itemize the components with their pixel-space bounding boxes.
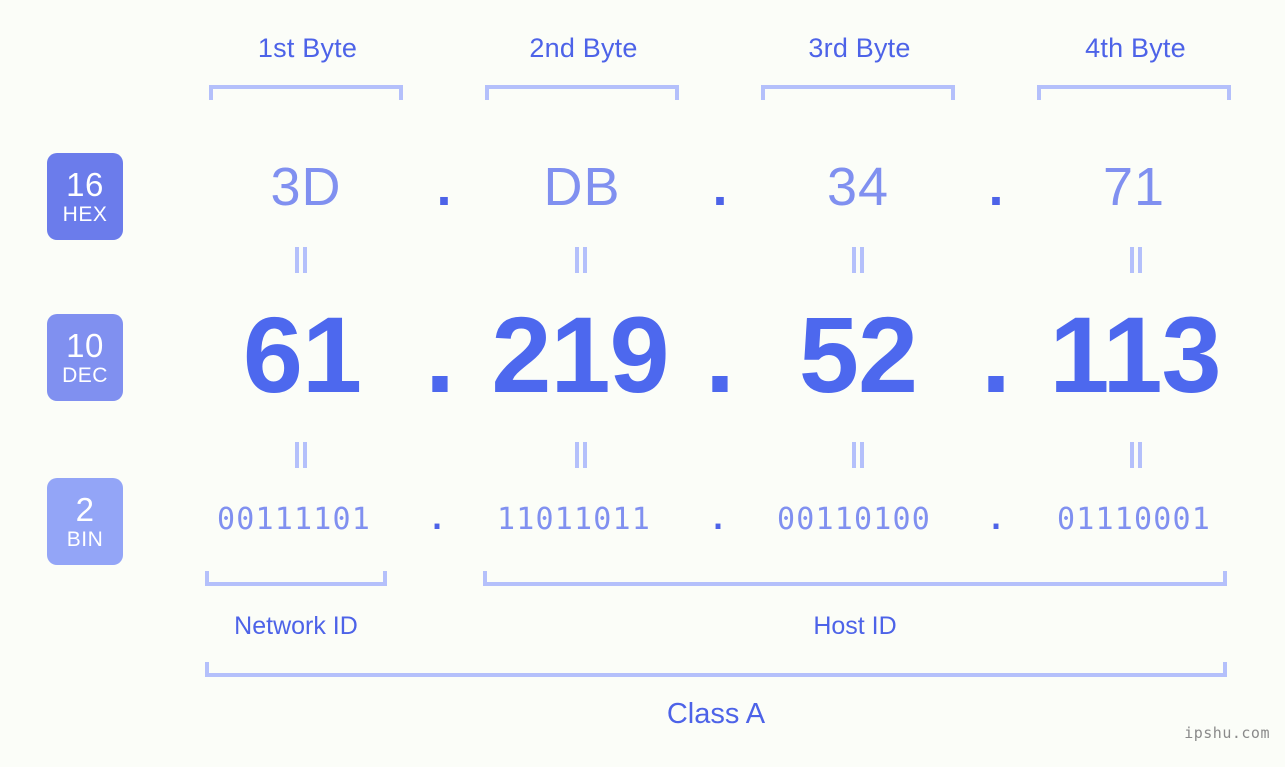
host-id-label: Host ID xyxy=(813,612,897,640)
equals-mark-hex-dec-4 xyxy=(1129,247,1143,273)
equals-mark-hex-dec-1 xyxy=(294,247,308,273)
class-bracket xyxy=(205,662,1227,677)
hex-separator-2: . xyxy=(712,157,728,217)
decimal-separator-1: . xyxy=(424,294,455,415)
equals-mark-dec-bin-2 xyxy=(574,442,588,468)
binary-separator-3: . xyxy=(986,502,1006,537)
byte-header-4: 4th Byte xyxy=(1085,33,1186,63)
hex-separator-1: . xyxy=(436,157,452,217)
byte-header-2: 2nd Byte xyxy=(529,33,638,63)
decimal-byte-3: 52 xyxy=(798,294,918,415)
byte-bracket-3 xyxy=(761,85,955,100)
decimal-separator-2: . xyxy=(704,294,735,415)
base-badge-dec-number: 10 xyxy=(66,327,104,364)
hex-byte-2: DB xyxy=(543,157,621,217)
network-id-label: Network ID xyxy=(234,612,358,640)
byte-bracket-1 xyxy=(209,85,403,100)
hex-separator-3: . xyxy=(988,157,1004,217)
binary-separator-1: . xyxy=(427,502,447,537)
decimal-byte-2: 219 xyxy=(491,294,669,415)
equals-mark-dec-bin-3 xyxy=(851,442,865,468)
base-badge-bin-number: 2 xyxy=(75,491,95,528)
hex-byte-4: 71 xyxy=(1102,157,1166,217)
equals-mark-hex-dec-2 xyxy=(574,247,588,273)
equals-mark-dec-bin-1 xyxy=(294,442,308,468)
base-badge-bin: 2 BIN xyxy=(47,478,123,565)
base-badge-hex-number: 16 xyxy=(66,166,104,203)
ip-address-breakdown-diagram: 1st Byte 2nd Byte 3rd Byte 4th Byte 16 H… xyxy=(0,0,1285,767)
network-id-bracket xyxy=(205,571,387,586)
base-badge-bin-label: BIN xyxy=(66,528,104,551)
decimal-separator-3: . xyxy=(980,294,1011,415)
base-badge-hex-label: HEX xyxy=(62,203,108,226)
decimal-byte-4: 113 xyxy=(1049,294,1221,415)
host-id-bracket xyxy=(483,571,1227,586)
byte-bracket-2 xyxy=(485,85,679,100)
binary-byte-1: 00111101 xyxy=(216,502,372,537)
decimal-byte-1: 61 xyxy=(242,294,362,415)
binary-byte-3: 00110100 xyxy=(776,502,932,537)
base-badge-dec-label: DEC xyxy=(62,364,108,387)
byte-header-1: 1st Byte xyxy=(257,33,358,63)
byte-bracket-4 xyxy=(1037,85,1231,100)
binary-byte-4: 01110001 xyxy=(1056,502,1212,537)
binary-byte-2: 11011011 xyxy=(496,502,652,537)
hex-byte-3: 34 xyxy=(826,157,890,217)
binary-separator-2: . xyxy=(708,502,728,537)
class-label: Class A xyxy=(666,698,766,730)
watermark: ipshu.com xyxy=(1184,724,1270,742)
base-badge-dec: 10 DEC xyxy=(47,314,123,401)
equals-mark-hex-dec-3 xyxy=(851,247,865,273)
equals-mark-dec-bin-4 xyxy=(1129,442,1143,468)
hex-byte-1: 3D xyxy=(270,157,342,217)
byte-header-3: 3rd Byte xyxy=(808,33,911,63)
base-badge-hex: 16 HEX xyxy=(47,153,123,240)
